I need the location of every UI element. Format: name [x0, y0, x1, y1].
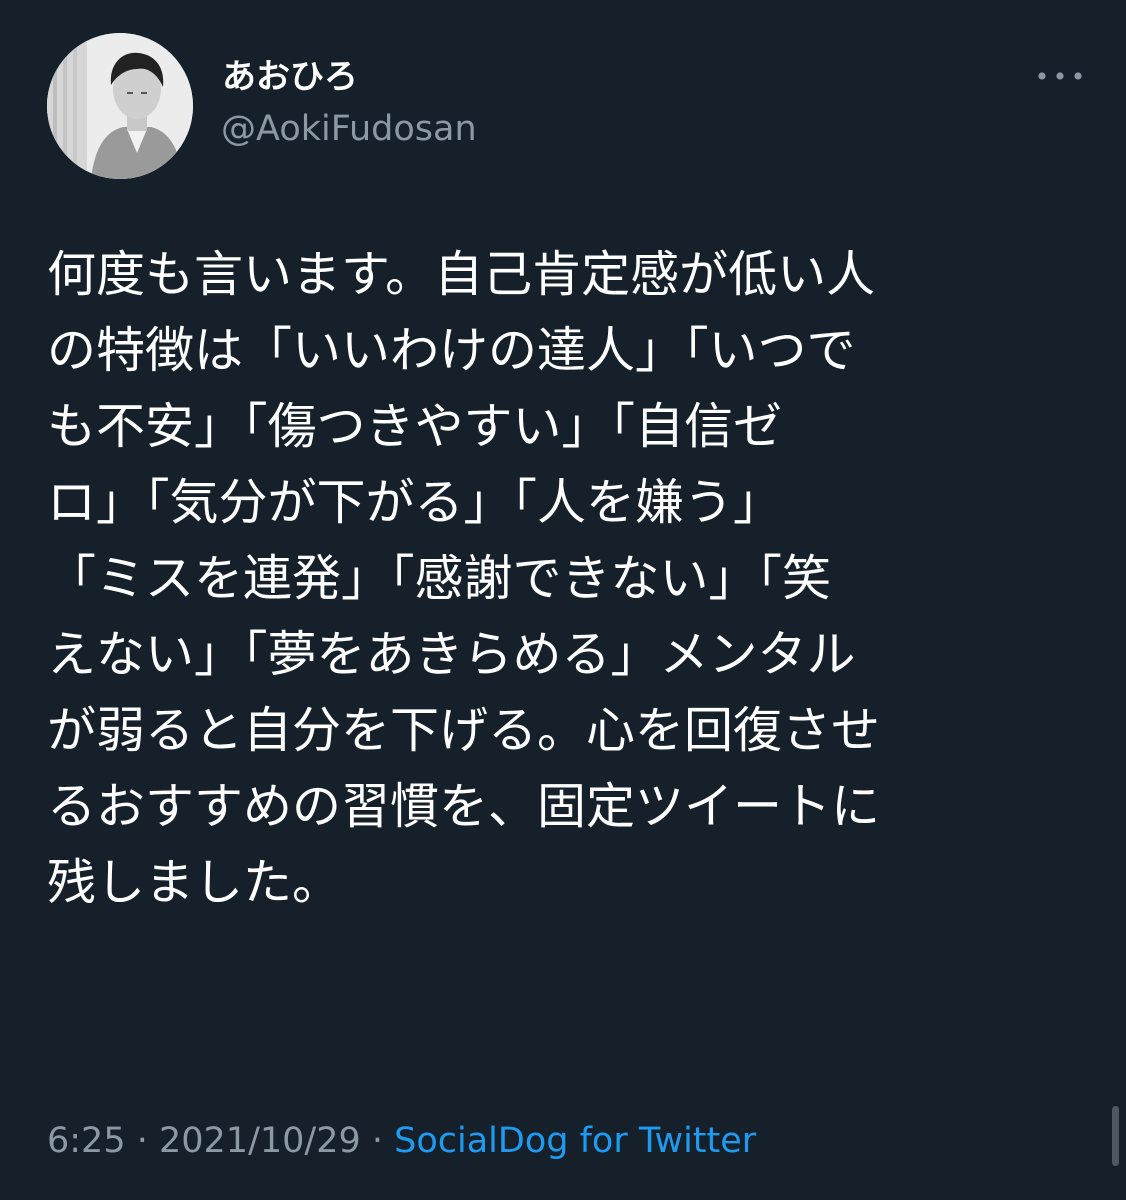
more-horizontal-icon [1038, 72, 1082, 80]
tweet-time[interactable]: 6:25 [47, 1121, 126, 1161]
display-name[interactable]: あおひろ [222, 55, 358, 99]
tweet-text-line: 「ミスを連発」「感謝できない」「笑 [47, 550, 832, 607]
tweet-text-line: が弱ると自分を下げる。心を回復させ [47, 702, 881, 759]
avatar[interactable] [47, 33, 193, 179]
tweet-text-line: るおすすめの習慣を、固定ツイートに [47, 778, 881, 835]
avatar-photo-icon [47, 33, 193, 179]
tweet-text-line: ロ」「気分が下がる」「人を嫌う」 [47, 474, 783, 531]
tweet-text-line: の特徴は「いいわけの達人」「いつで [47, 322, 856, 379]
user-handle[interactable]: @AokiFudosan [221, 106, 477, 152]
scrollbar-thumb[interactable] [1112, 1106, 1119, 1166]
tweet-card: あおひろ @AokiFudosan 何度も言います。自己肯定感が低い人 の特徴は… [0, 0, 1126, 1200]
tweet-text: 何度も言います。自己肯定感が低い人 の特徴は「いいわけの達人」「いつで も不安」… [47, 237, 1087, 921]
tweet-meta: 6:25 · 2021/10/29 · SocialDog for Twitte… [47, 1118, 756, 1164]
more-options-button[interactable] [1028, 62, 1092, 90]
tweet-source-link[interactable]: SocialDog for Twitter [394, 1121, 756, 1161]
tweet-date[interactable]: 2021/10/29 [159, 1121, 361, 1161]
meta-separator: · [360, 1121, 395, 1161]
meta-separator: · [125, 1121, 159, 1161]
tweet-text-line: も不安」「傷つきやすい」「自信ゼ [47, 398, 783, 455]
tweet-text-line: えない」「夢をあきらめる」メンタル [47, 626, 856, 683]
tweet-text-line: 残しました。 [47, 854, 342, 911]
tweet-text-line: 何度も言います。自己肯定感が低い人 [47, 246, 876, 303]
